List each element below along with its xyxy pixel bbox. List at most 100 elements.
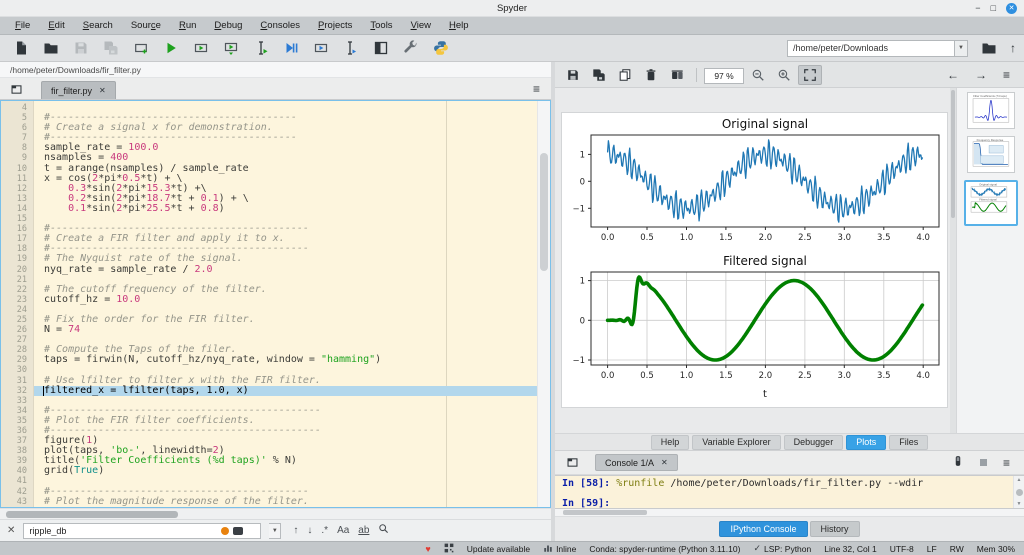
close-icon[interactable]: ✕ [661,458,668,467]
next-plot-icon[interactable]: → [975,68,987,82]
tab-ipython-console[interactable]: IPython Console [719,521,807,537]
pane-tab-variable-explorer[interactable]: Variable Explorer [692,435,780,450]
status-line-32-col-1[interactable]: Line 32, Col 1 [824,544,876,554]
code-line-25[interactable]: # Fix the order for the FIR filter. [34,315,537,325]
run-selection-button[interactable] [248,37,274,59]
zoom-out-button[interactable] [746,65,770,85]
whole-words-toggle-icon[interactable]: ab [358,525,369,537]
find-previous-icon[interactable]: ↑ [293,525,298,537]
status-inline[interactable]: Inline [543,543,576,555]
menu-run[interactable]: Run [170,20,205,31]
status-lf[interactable]: LF [927,544,937,554]
code-line-32[interactable]: filtered_x = lfilter(taps, 1.0, x) [34,386,537,396]
interrupt-kernel-icon[interactable] [980,459,987,466]
status-lsp-python[interactable]: ✓LSP: Python [753,543,811,554]
open-file-button[interactable] [38,37,64,59]
code-line-14[interactable]: 0.1*sin(2*pi*25.5*t + 0.8) [34,204,537,214]
remove-all-plots-button[interactable] [665,65,689,85]
editor-options-menu-icon[interactable]: ≡ [527,82,546,96]
menu-help[interactable]: Help [440,20,478,31]
figure-canvas[interactable]: 0.00.51.01.52.02.53.03.54.0−101Original … [561,112,948,408]
new-cell-button[interactable] [128,37,154,59]
code-line-26[interactable]: N = 74 [34,325,537,335]
scrollbar-thumb[interactable] [1016,489,1023,496]
status-utf-8[interactable]: UTF-8 [890,544,914,554]
maximize-pane-button[interactable] [368,37,394,59]
case-sensitive-toggle-icon[interactable]: Aa [337,525,349,537]
close-button[interactable]: ✕ [1006,3,1017,14]
run-cell-advance-button[interactable] [218,37,244,59]
preferences-button[interactable] [398,37,424,59]
code-line-39[interactable]: title('Filter Coefficients (%d taps)' % … [34,456,537,466]
code-line-36[interactable]: #---------------------------------------… [34,426,537,436]
tab-console-1a[interactable]: Console 1/A ✕ [595,454,678,471]
browse-tabs-icon[interactable] [561,453,583,473]
maximize-button[interactable]: □ [991,3,996,14]
tab-history[interactable]: History [810,521,860,537]
plot-thumbnail-original-and-filtered-signals[interactable]: Original signalFiltered signal [964,180,1018,226]
plot-thumbnail-frequency-response[interactable]: Frequency Response [967,136,1015,173]
browse-tabs-icon[interactable] [5,79,27,99]
menu-debug[interactable]: Debug [205,20,251,31]
working-directory-input[interactable] [787,40,955,57]
status-conda-spyder-runtime-python-3-11-10[interactable]: Conda: spyder-runtime (Python 3.11.10) [589,544,740,554]
plots-options-menu-icon[interactable]: ≡ [1003,68,1010,82]
browse-directory-button[interactable] [976,37,1002,59]
menu-consoles[interactable]: Consoles [251,20,309,31]
code-line-23[interactable]: cutoff_hz = 10.0 [34,295,537,305]
scroll-down-icon[interactable]: ▼ [1017,501,1022,507]
scrollbar-thumb[interactable] [540,153,548,271]
save-plot-button[interactable] [561,65,585,85]
parent-directory-button[interactable]: ↑ [1010,41,1016,55]
status-rw[interactable]: RW [950,544,964,554]
scrollbar-thumb[interactable] [951,90,955,218]
run-file-button[interactable] [158,37,184,59]
menu-projects[interactable]: Projects [309,20,361,31]
console-vertical-scrollbar[interactable]: ▲ ▼ [1013,476,1024,508]
pane-tab-plots[interactable]: Plots [846,435,886,450]
menu-edit[interactable]: Edit [39,20,73,31]
run-cell-button[interactable] [188,37,214,59]
menu-view[interactable]: View [402,20,440,31]
menu-file[interactable]: File [6,20,39,31]
pane-tab-help[interactable]: Help [651,435,690,450]
code-line-29[interactable]: taps = firwin(N, cutoff_hz/nyq_rate, win… [34,355,537,365]
regex-toggle-icon[interactable]: .* [321,525,328,537]
search-icon[interactable] [378,523,389,538]
scrollbar-thumb[interactable] [6,511,178,518]
debug-selection-button[interactable] [338,37,364,59]
remove-variables-icon[interactable] [952,454,964,472]
tab-fir-filter[interactable]: fir_filter.py ✕ [41,81,116,99]
find-options-icon[interactable] [233,527,243,535]
scroll-up-icon[interactable]: ▲ [1017,477,1022,483]
close-find-icon[interactable]: ✕ [7,525,15,536]
status-update-available[interactable]: Update available [467,544,530,554]
zoom-in-button[interactable] [772,65,796,85]
copy-plot-button[interactable] [613,65,637,85]
code-line-40[interactable]: grid(True) [34,466,537,476]
menu-tools[interactable]: Tools [361,20,401,31]
zoom-level-input[interactable] [704,68,744,84]
remove-plot-button[interactable] [639,65,663,85]
console-horizontal-scrollbar[interactable] [555,509,1024,517]
new-file-button[interactable] [8,37,34,59]
code-area[interactable]: #---------------------------------------… [34,101,537,507]
console-output[interactable]: In [58]: %runfile /home/peter/Downloads/… [555,476,1013,508]
editor-horizontal-scrollbar[interactable] [0,508,551,519]
close-icon[interactable]: ✕ [99,86,106,95]
fit-plot-button[interactable] [798,65,822,85]
code-line-20[interactable]: nyq_rate = sample_rate / 2.0 [34,265,537,275]
menu-search[interactable]: Search [74,20,122,31]
code-line-43[interactable]: # Plot the magnitude response of the fil… [34,497,537,507]
scrollbar-thumb[interactable] [563,510,647,515]
minimize-button[interactable]: − [975,3,980,14]
chevron-down-icon[interactable]: ▼ [955,40,968,57]
python-path-manager-button[interactable] [428,37,454,59]
plot-thumbnail-filter-coefficients[interactable]: Filter Coefficients (74 taps) [967,92,1015,129]
find-history-chevron-icon[interactable]: ▼ [269,523,281,539]
pane-tab-files[interactable]: Files [889,435,928,450]
menu-source[interactable]: Source [122,20,170,31]
previous-plot-icon[interactable]: ← [947,68,959,82]
editor-vertical-scrollbar[interactable] [537,101,550,507]
pane-tab-debugger[interactable]: Debugger [784,435,844,450]
